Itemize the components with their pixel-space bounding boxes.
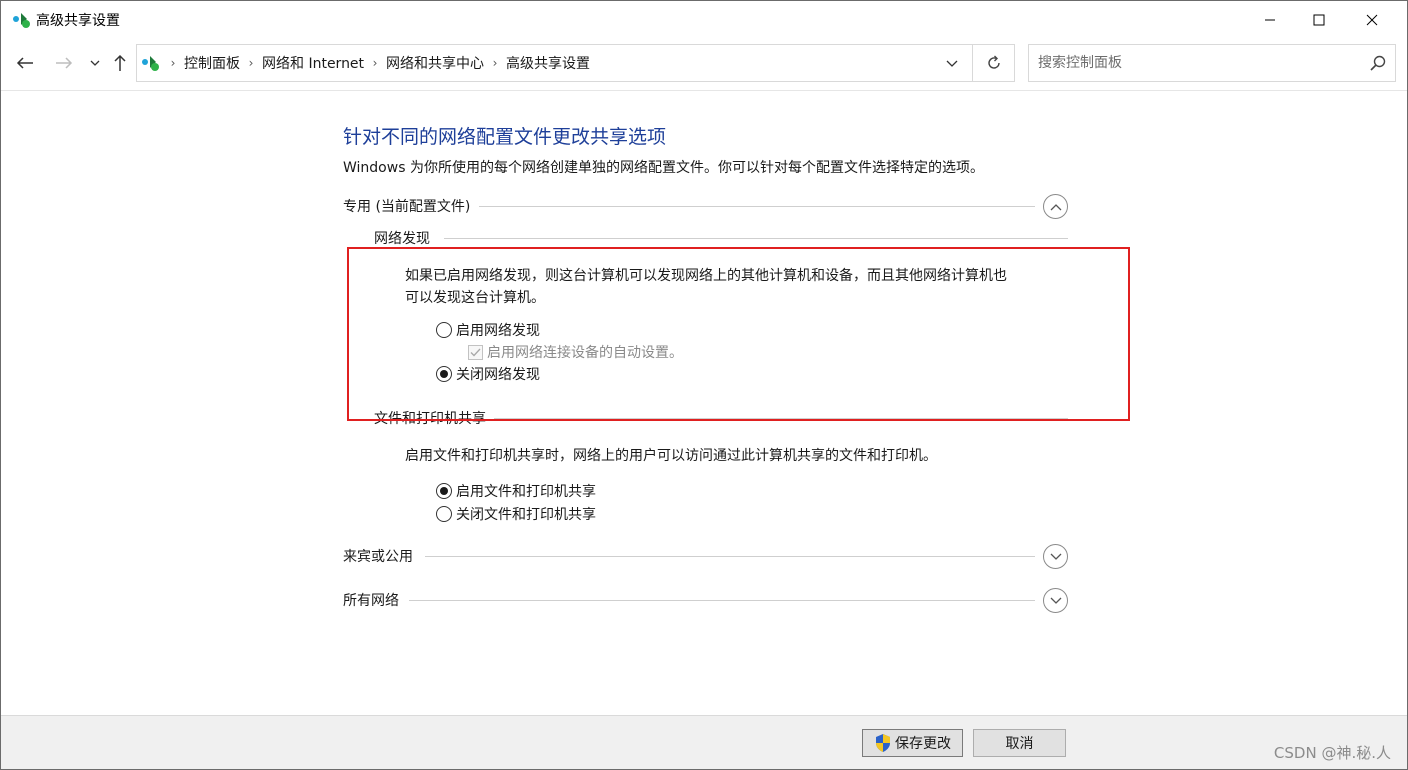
address-dropdown-button[interactable] (941, 54, 963, 74)
radio-enable-network-discovery[interactable]: 启用网络发现 (436, 320, 540, 340)
radio-enable-file-printer-sharing[interactable]: 启用文件和打印机共享 (436, 481, 596, 501)
footer-bar: 保存更改 取消 CSDN @神.秘.人 (1, 715, 1407, 769)
radio-button[interactable] (436, 483, 452, 499)
radio-label[interactable]: 关闭文件和打印机共享 (456, 504, 596, 524)
recent-locations-button[interactable] (83, 51, 107, 75)
breadcrumb-separator-icon[interactable]: › (165, 56, 181, 70)
radio-button[interactable] (436, 506, 452, 522)
advanced-sharing-window: 高级共享设置 › 控制面板 › 网络和 Internet › 网络和共享中心 ›… (0, 0, 1408, 770)
chevron-down-icon (1050, 553, 1061, 560)
radio-selected-dot (440, 370, 448, 378)
chevron-up-icon (1050, 203, 1061, 210)
section-all-networks-label: 所有网络 (343, 590, 405, 610)
file-printer-sharing-description: 启用文件和打印机共享时，网络上的用户可以访问通过此计算机共享的文件和打印机。 (405, 448, 937, 464)
radio-selected-dot (440, 487, 448, 495)
watermark-text: CSDN @神.秘.人 (1273, 744, 1391, 762)
save-changes-button[interactable]: 保存更改 (862, 729, 963, 757)
maximize-icon (1313, 14, 1325, 26)
chevron-down-icon (946, 60, 958, 67)
expand-all-networks-button[interactable] (1043, 588, 1068, 613)
title-bar: 高级共享设置 (1, 1, 1407, 39)
section-all-networks-header[interactable]: 所有网络 (343, 588, 1068, 613)
chevron-down-icon (1050, 597, 1061, 604)
file-printer-sharing-label: 文件和打印机共享 (374, 408, 494, 428)
description-line: 如果已启用网络发现，则这台计算机可以发现网络上的其他计算机和设备，而且其他网络计… (405, 268, 1007, 284)
network-center-icon (12, 11, 32, 29)
section-guest-public-label: 来宾或公用 (343, 546, 419, 566)
breadcrumb-separator-icon[interactable]: › (243, 56, 259, 70)
search-box (1028, 44, 1396, 82)
description-line: 可以发现这台计算机。 (405, 290, 545, 306)
network-discovery-label: 网络发现 (374, 228, 438, 248)
breadcrumb-advanced-sharing[interactable]: 高级共享设置 (503, 53, 593, 73)
address-bar[interactable]: › 控制面板 › 网络和 Internet › 网络和共享中心 › 高级共享设置 (136, 44, 973, 82)
forward-button[interactable] (52, 51, 76, 75)
expand-guest-public-button[interactable] (1043, 544, 1068, 569)
save-button-label: 保存更改 (895, 736, 951, 752)
close-button[interactable] (1349, 1, 1395, 39)
divider (444, 238, 1068, 239)
network-discovery-description: 如果已启用网络发现，则这台计算机可以发现网络上的其他计算机和设备，而且其他网络计… (405, 265, 1007, 309)
breadcrumb-separator-icon[interactable]: › (487, 56, 503, 70)
refresh-button[interactable] (973, 44, 1015, 82)
divider (409, 600, 1035, 601)
radio-label[interactable]: 关闭网络发现 (456, 364, 540, 384)
checkbox-label[interactable]: 启用网络连接设备的自动设置。 (487, 342, 683, 362)
cancel-button[interactable]: 取消 (973, 729, 1066, 757)
arrow-left-icon (16, 57, 33, 69)
page-description: Windows 为你所使用的每个网络创建单独的网络配置文件。你可以针对每个配置文… (343, 160, 984, 176)
divider (494, 418, 1068, 419)
search-icon[interactable] (1369, 54, 1387, 72)
breadcrumb: › 控制面板 › 网络和 Internet › 网络和共享中心 › 高级共享设置 (165, 45, 593, 81)
radio-button[interactable] (436, 366, 452, 382)
radio-button[interactable] (436, 322, 452, 338)
network-discovery-header: 网络发现 (374, 228, 1068, 248)
maximize-button[interactable] (1296, 1, 1342, 39)
radio-label[interactable]: 启用网络发现 (456, 320, 540, 340)
section-guest-public-header[interactable]: 来宾或公用 (343, 544, 1068, 569)
radio-label[interactable]: 启用文件和打印机共享 (456, 481, 596, 501)
close-icon (1366, 14, 1378, 26)
section-private-label: 专用 (当前配置文件) (343, 196, 477, 216)
minimize-button[interactable] (1247, 1, 1293, 39)
arrow-up-icon (114, 54, 126, 71)
checkbox[interactable] (468, 344, 483, 360)
navigation-bar: › 控制面板 › 网络和 Internet › 网络和共享中心 › 高级共享设置 (1, 39, 1407, 91)
minimize-icon (1265, 19, 1275, 21)
up-button[interactable] (108, 51, 132, 75)
network-center-icon (141, 54, 161, 72)
uac-shield-icon (876, 734, 890, 752)
checkbox-auto-setup[interactable]: 启用网络连接设备的自动设置。 (468, 342, 683, 362)
page-title: 针对不同的网络配置文件更改共享选项 (343, 126, 667, 148)
radio-disable-network-discovery[interactable]: 关闭网络发现 (436, 364, 540, 384)
breadcrumb-network-internet[interactable]: 网络和 Internet (259, 53, 367, 73)
breadcrumb-control-panel[interactable]: 控制面板 (181, 53, 243, 73)
main-content: 针对不同的网络配置文件更改共享选项 Windows 为你所使用的每个网络创建单独… (1, 92, 1407, 715)
checkmark-icon (470, 348, 481, 356)
divider (425, 556, 1035, 557)
breadcrumb-network-sharing-center[interactable]: 网络和共享中心 (383, 53, 487, 73)
arrow-right-icon (56, 57, 73, 69)
collapse-private-button[interactable] (1043, 194, 1068, 219)
refresh-icon (987, 55, 1000, 69)
breadcrumb-separator-icon[interactable]: › (367, 56, 383, 70)
radio-disable-file-printer-sharing[interactable]: 关闭文件和打印机共享 (436, 504, 596, 524)
divider (479, 206, 1035, 207)
back-button[interactable] (13, 51, 37, 75)
section-private-header[interactable]: 专用 (当前配置文件) (343, 194, 1068, 219)
file-printer-sharing-header: 文件和打印机共享 (374, 408, 1068, 428)
search-input[interactable] (1029, 45, 1359, 81)
chevron-down-icon (90, 60, 100, 66)
window-title: 高级共享设置 (36, 13, 120, 29)
